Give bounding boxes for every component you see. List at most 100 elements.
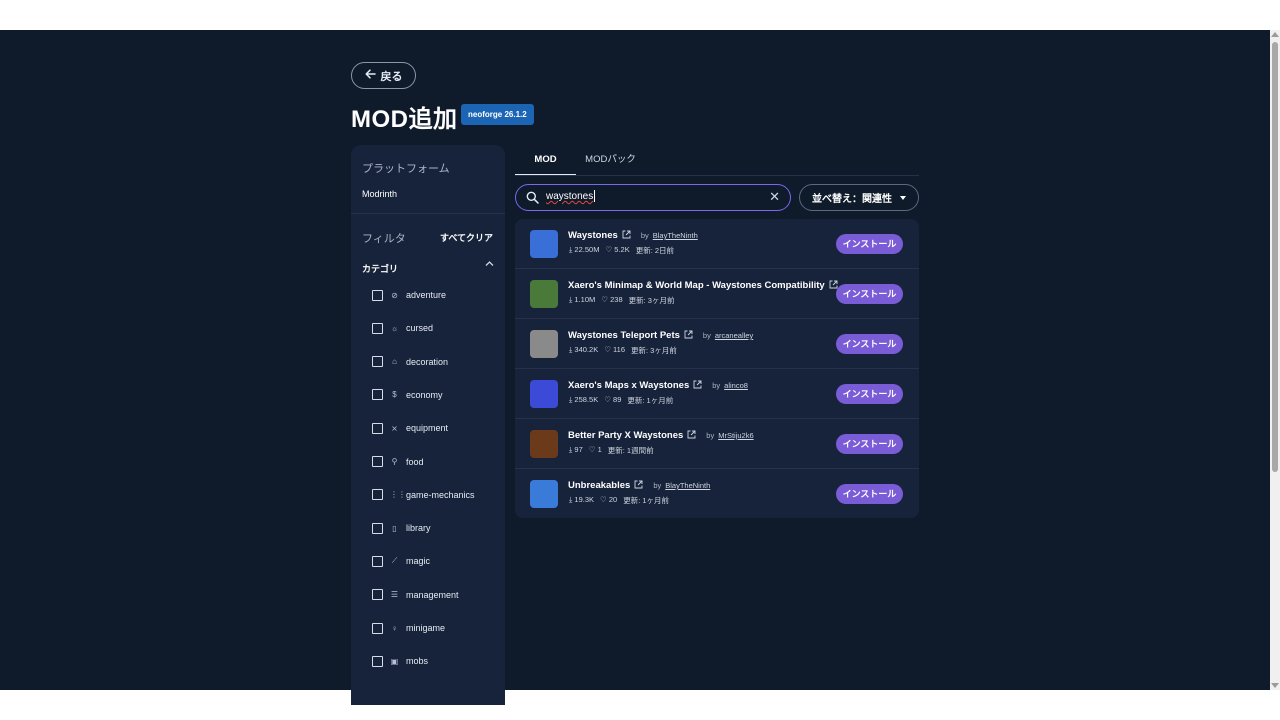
result-row[interactable]: Xaero's Maps x Waystones by alinco8 ⤓ 258.5… (515, 369, 919, 419)
external-link-icon[interactable] (687, 430, 696, 441)
follows-stat: ♡ 1 (588, 445, 602, 454)
result-row[interactable]: Xaero's Minimap & World Map - Waystones … (515, 269, 919, 319)
result-row[interactable]: Waystones Teleport Pets by arcanealley ⤓ 34… (515, 319, 919, 369)
author-link[interactable]: arcanealley (715, 331, 753, 340)
author-link[interactable]: alinco8 (724, 381, 748, 390)
author-link[interactable]: BlayTheNinth (665, 481, 710, 490)
filter-checkbox[interactable] (372, 622, 383, 634)
party-icon (530, 430, 558, 458)
filter-label: magic (406, 556, 431, 567)
external-link-icon[interactable] (693, 380, 702, 391)
mod-title-line: Xaero's Maps x Waystones by alinco8 (568, 380, 748, 391)
filter-checkbox[interactable] (372, 489, 383, 501)
external-link-icon[interactable] (634, 480, 643, 491)
follows-stat: ♡ 89 (604, 395, 622, 404)
filter-item-game-mechanics[interactable]: ⋮⋮ game-mechanics (372, 488, 475, 502)
result-row[interactable]: Better Party X Waystones by MrStiju2k6 ⤓ 97… (515, 419, 919, 469)
search-input[interactable]: waystones (546, 189, 756, 205)
filter-checkbox[interactable] (372, 555, 383, 567)
filter-item-food[interactable]: ⚲ food (372, 455, 424, 469)
result-row[interactable]: Waystones by BlayTheNinth ⤓ 22.50M ♡ 5.2K 更新:… (515, 219, 919, 269)
text-caret (594, 190, 596, 203)
install-button[interactable]: インストール (836, 434, 903, 454)
by-label: by (702, 331, 711, 340)
mod-name[interactable]: Xaero's Minimap & World Map - Waystones … (568, 280, 825, 291)
filter-item-library[interactable]: ▯ library (372, 521, 431, 535)
filter-item-management[interactable]: ☰ management (372, 588, 459, 602)
mod-stats: ⤓ 97 ♡ 1 更新: 1週間前 (569, 445, 654, 456)
mod-stats: ⤓ 22.50M ♡ 5.2K 更新: 2日前 (569, 245, 674, 256)
page-scrollbar[interactable] (1270, 30, 1280, 690)
download-icon: ⤓ (569, 445, 573, 454)
filter-checkbox[interactable] (372, 322, 383, 334)
back-button[interactable]: 戻る (351, 62, 416, 89)
heart-icon: ♡ (604, 345, 611, 354)
tabs-divider (515, 175, 919, 176)
scroll-up-arrow-icon[interactable] (1271, 32, 1279, 37)
filter-checkbox[interactable] (372, 356, 383, 368)
search-icon (526, 191, 540, 205)
filter-item-minigame[interactable]: ♀ minigame (372, 621, 445, 635)
updated-stat: 更新: 1ヶ月前 (623, 496, 670, 505)
mod-name[interactable]: Better Party X Waystones (568, 430, 683, 441)
author-link[interactable]: MrStiju2k6 (718, 431, 753, 440)
by-label: by (640, 231, 649, 240)
category-label[interactable]: カテゴリ (362, 262, 398, 275)
install-button[interactable]: インストール (836, 284, 903, 304)
install-button[interactable]: インストール (836, 384, 903, 404)
filter-item-mobs[interactable]: ▣ mobs (372, 654, 428, 668)
downloads-stat: ⤓ 19.3K (569, 495, 595, 504)
install-button[interactable]: インストール (836, 484, 903, 504)
filter-item-cursed[interactable]: ☼ cursed (372, 321, 433, 335)
mod-name[interactable]: Unbreakables (568, 480, 630, 491)
filter-item-adventure[interactable]: ⊘ adventure (372, 288, 446, 302)
result-row[interactable]: Unbreakables by BlayTheNinth ⤓ 19.3K ♡ 20 更新:… (515, 469, 919, 518)
install-button[interactable]: インストール (836, 234, 903, 254)
mod-title-line: Xaero's Minimap & World Map - Waystones … (568, 280, 838, 291)
maps-icon (530, 380, 558, 408)
filter-item-equipment[interactable]: ⨯ equipment (372, 421, 448, 435)
install-button[interactable]: インストール (836, 334, 903, 354)
minimap-icon (530, 280, 558, 308)
house-icon: ⌂ (392, 357, 397, 367)
wand-icon: ⟋ (391, 556, 398, 566)
filter-checkbox[interactable] (372, 589, 383, 601)
compass-icon: ⊘ (391, 290, 398, 300)
external-link-icon[interactable] (622, 230, 631, 241)
filter-label: cursed (406, 323, 434, 334)
search-box[interactable]: waystones ✕ (515, 184, 791, 211)
platform-label: プラットフォーム (362, 163, 450, 175)
platform-value[interactable]: Modrinth (362, 189, 397, 199)
filter-label: mobs (406, 656, 429, 667)
tab-modpack[interactable]: MODパック (578, 150, 643, 176)
filter-item-economy[interactable]: $ economy (372, 388, 443, 402)
mod-title-line: Waystones Teleport Pets by arcanealley (568, 330, 753, 341)
filter-checkbox[interactable] (372, 389, 383, 401)
filter-checkbox[interactable] (372, 456, 383, 467)
filter-checkbox[interactable] (372, 655, 383, 667)
clear-search-icon[interactable]: ✕ (769, 189, 780, 205)
sort-dropdown[interactable]: 並べ替え：関連性 (799, 184, 919, 211)
mod-name[interactable]: Waystones Teleport Pets (568, 330, 680, 341)
filter-item-decoration[interactable]: ⌂ decoration (372, 355, 448, 369)
author-link[interactable]: BlayTheNinth (653, 231, 698, 240)
scroll-thumb[interactable] (1272, 42, 1278, 472)
mod-title-line: Better Party X Waystones by MrStiju2k6 (568, 430, 754, 441)
mod-stats: ⤓ 258.5K ♡ 89 更新: 1ヶ月前 (569, 395, 673, 406)
filter-checkbox[interactable] (372, 422, 383, 434)
mod-name[interactable]: Xaero's Maps x Waystones (568, 380, 689, 391)
mod-name[interactable]: Waystones (568, 230, 618, 241)
sort-label: 並べ替え：関連性 (812, 194, 892, 205)
follows-stat: ♡ 116 (604, 345, 625, 354)
bug-icon: ☼ (390, 323, 399, 333)
follows-stat: ♡ 238 (601, 295, 623, 304)
filter-checkbox[interactable] (372, 289, 383, 301)
by-label: by (712, 381, 721, 390)
external-link-icon[interactable] (684, 330, 693, 341)
tab-mod[interactable]: MOD (515, 150, 576, 176)
chevron-up-icon[interactable] (485, 259, 494, 269)
filter-checkbox[interactable] (372, 522, 383, 534)
filter-item-magic[interactable]: ⟋ magic (372, 554, 430, 568)
clear-all-button[interactable]: すべてクリア (440, 231, 493, 244)
scroll-down-arrow-icon[interactable] (1271, 683, 1279, 688)
